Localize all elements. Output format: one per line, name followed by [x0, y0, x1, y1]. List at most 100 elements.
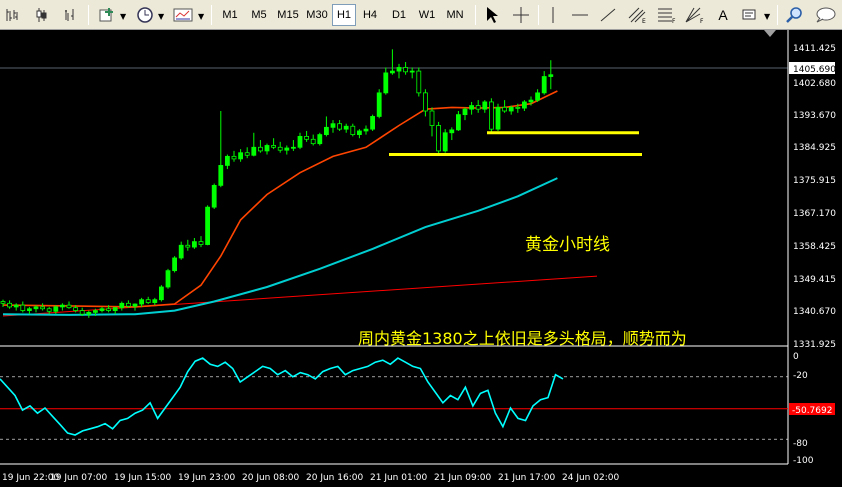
- toolbar: ▼ ▼ ▼ M1 M5 M15 M30 H1 H4 D1 W1 MN E F F…: [0, 0, 842, 30]
- price-label: 1402.680: [793, 79, 836, 89]
- candle: [403, 62, 409, 75]
- chevron-down-icon[interactable]: ▼: [158, 12, 164, 21]
- line-chart-icon[interactable]: [61, 4, 81, 26]
- candle: [356, 129, 362, 139]
- candle-body: [442, 132, 448, 152]
- chart-comment-annotation[interactable]: 周内黄金1380之上依旧是多头格局，顺势而为: [358, 329, 687, 348]
- text-icon[interactable]: A: [713, 4, 733, 26]
- candle-body: [356, 130, 362, 135]
- candle: [449, 127, 455, 141]
- candle-body: [297, 135, 303, 148]
- chat-icon[interactable]: [812, 4, 838, 26]
- timeframe-w1[interactable]: W1: [414, 4, 440, 26]
- candle-body: [383, 72, 389, 94]
- candle-body: [535, 92, 540, 101]
- chart-title-annotation[interactable]: 黄金小时线: [525, 235, 610, 255]
- candle-body: [152, 299, 158, 303]
- candle: [244, 147, 250, 159]
- candle-body: [541, 76, 547, 94]
- candle-body: [422, 92, 428, 112]
- candle-body: [257, 146, 263, 152]
- timeframe-h1[interactable]: H1: [332, 4, 356, 26]
- candle-body: [416, 70, 422, 94]
- candlestick-icon[interactable]: [33, 4, 53, 26]
- chevron-down-icon[interactable]: ▼: [120, 12, 126, 21]
- candle: [112, 306, 118, 315]
- oscillator-value-badge: -50.7692: [789, 403, 835, 416]
- candle-body: [40, 306, 45, 310]
- candle-body: [86, 311, 92, 315]
- candles: [0, 49, 554, 318]
- candle-body: [231, 155, 237, 160]
- candle-body: [323, 126, 329, 135]
- candle: [271, 138, 277, 150]
- price-label: 1393.670: [793, 111, 836, 121]
- timeframe-m5[interactable]: M5: [246, 4, 272, 26]
- candle-body: [73, 307, 78, 311]
- fibonacci-icon[interactable]: F: [655, 4, 679, 26]
- candle: [455, 110, 461, 131]
- candle: [541, 71, 547, 95]
- gann-icon[interactable]: F: [683, 4, 707, 26]
- clock-icon[interactable]: [133, 4, 157, 26]
- vertical-line-icon[interactable]: [544, 4, 562, 26]
- candle-body: [126, 302, 131, 307]
- bar-chart-icon[interactable]: [2, 4, 22, 26]
- oscillator-label: -20: [793, 371, 808, 381]
- time-label: 20 Jun 16:00: [306, 473, 363, 483]
- timeframe-h4[interactable]: H4: [358, 4, 382, 26]
- candle: [218, 110, 224, 188]
- zoom-icon[interactable]: [784, 4, 806, 26]
- crosshair-icon[interactable]: [510, 4, 532, 26]
- candle: [165, 268, 171, 289]
- timeframe-m15[interactable]: M15: [274, 4, 302, 26]
- cursor-icon[interactable]: [482, 4, 502, 26]
- chevron-down-icon[interactable]: ▼: [198, 12, 204, 21]
- candle: [330, 120, 336, 133]
- chart-shift-marker[interactable]: [764, 30, 776, 37]
- price-label: 1367.170: [793, 209, 836, 219]
- candle-body: [277, 146, 283, 151]
- channel-icon[interactable]: E: [626, 4, 650, 26]
- candle-body: [449, 129, 455, 134]
- horizontal-line-icon[interactable]: [570, 4, 590, 26]
- trendline-segment: [2, 275, 598, 317]
- price-label: 1331.925: [793, 340, 836, 350]
- candle: [376, 89, 382, 119]
- candle-body: [158, 286, 164, 301]
- price-chart[interactable]: 1411.425 1402.680 1393.670 1384.925 1375…: [0, 30, 842, 487]
- template-icon[interactable]: [171, 4, 195, 26]
- candle: [257, 140, 263, 153]
- candle: [317, 132, 323, 146]
- oscillator-label: -100: [793, 456, 814, 466]
- chart-area[interactable]: 1411.425 1402.680 1393.670 1384.925 1375…: [0, 30, 842, 487]
- candle: [396, 63, 402, 79]
- candle: [13, 303, 19, 311]
- price-label: 1411.425: [793, 44, 836, 54]
- candle: [264, 143, 270, 155]
- candle: [304, 130, 310, 142]
- candle: [495, 103, 501, 131]
- candle-body: [389, 70, 395, 74]
- timeframe-m1[interactable]: M1: [217, 4, 243, 26]
- candle-body: [528, 99, 534, 103]
- candle-body: [370, 116, 376, 130]
- candle-body: [436, 125, 442, 152]
- timeframe-d1[interactable]: D1: [386, 4, 412, 26]
- trendline-icon[interactable]: [598, 4, 618, 26]
- candle-body: [26, 308, 32, 311]
- candle-body: [548, 74, 554, 77]
- candle-body: [13, 304, 19, 308]
- new-chart-icon[interactable]: [95, 4, 119, 26]
- timeframe-m30[interactable]: M30: [303, 4, 331, 26]
- candle: [119, 301, 125, 311]
- candle-body: [462, 108, 468, 116]
- chevron-down-icon[interactable]: ▼: [764, 12, 770, 21]
- label-icon[interactable]: [739, 4, 763, 26]
- candle-body: [198, 241, 204, 245]
- candle-body: [33, 306, 39, 310]
- candle-body: [350, 125, 356, 135]
- candle-body: [244, 152, 250, 156]
- candle: [462, 107, 468, 121]
- timeframe-mn[interactable]: MN: [441, 4, 469, 26]
